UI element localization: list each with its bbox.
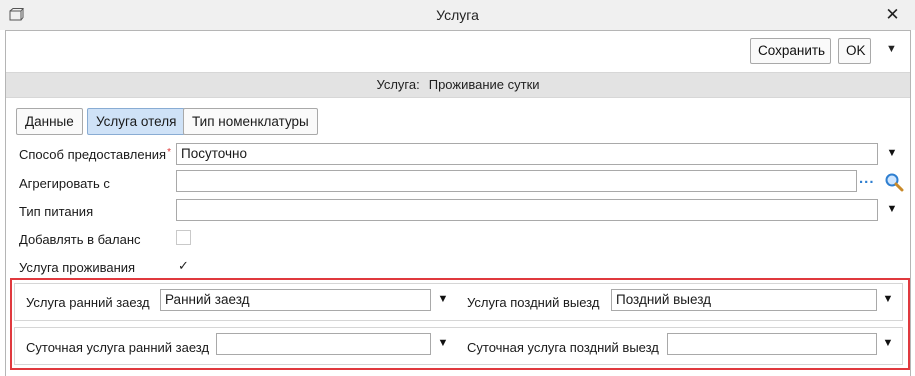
ok-button[interactable]: OK (838, 38, 871, 64)
chevron-down-icon[interactable]: ▼ (885, 203, 899, 215)
accommodation-service-checkbox[interactable]: ✓ (176, 258, 191, 273)
accommodation-service-label: Услуга проживания (19, 260, 136, 275)
header-caption: Услуга: Проживание сутки (6, 72, 910, 98)
close-icon[interactable]: ✕ (870, 0, 915, 30)
early-checkin-select[interactable]: Ранний заезд (160, 289, 431, 311)
chevron-down-icon[interactable]: ▼ (881, 293, 895, 305)
chevron-down-icon[interactable]: ▼ (436, 337, 450, 349)
meal-type-label: Тип питания (19, 204, 94, 219)
required-mark: * (167, 147, 171, 158)
header-label: Услуга: (376, 77, 420, 92)
add-to-balance-checkbox[interactable] (176, 230, 191, 245)
daily-early-checkin-select[interactable] (216, 333, 431, 355)
chevron-down-icon[interactable]: ▼ (436, 293, 450, 305)
early-checkin-label: Услуга ранний заезд (26, 295, 150, 310)
add-to-balance-label: Добавлять в баланс (19, 232, 141, 247)
more-actions-icon[interactable]: ▼ (886, 43, 897, 55)
tab-hotel-service[interactable]: Услуга отеля (87, 108, 186, 135)
tab-data[interactable]: Данные (16, 108, 83, 135)
provision-method-label: Способ предоставления* (19, 147, 171, 162)
aggregate-with-label: Агрегировать с (19, 176, 110, 191)
chevron-down-icon[interactable]: ▼ (881, 337, 895, 349)
select-dots-button[interactable]: ... (859, 170, 875, 187)
save-button[interactable]: Сохранить (750, 38, 831, 64)
window-title: Услуга (436, 7, 479, 23)
meal-type-select[interactable] (176, 199, 878, 221)
chevron-down-icon[interactable]: ▼ (885, 147, 899, 159)
daily-early-checkin-label: Суточная услуга ранний заезд (26, 340, 210, 355)
provision-method-select[interactable]: Посуточно (176, 143, 878, 165)
aggregate-with-field[interactable] (176, 170, 857, 192)
daily-late-checkout-select[interactable] (667, 333, 877, 355)
late-checkout-select[interactable]: Поздний выезд (611, 289, 877, 311)
tab-nomenclature-type[interactable]: Тип номенклатуры (183, 108, 318, 135)
search-icon[interactable] (884, 172, 904, 192)
late-checkout-label: Услуга поздний выезд (467, 295, 600, 310)
provision-method-label-text: Способ предоставления (19, 147, 167, 162)
daily-late-checkout-label: Суточная услуга поздний выезд (467, 340, 659, 355)
header-value: Проживание сутки (428, 77, 540, 92)
